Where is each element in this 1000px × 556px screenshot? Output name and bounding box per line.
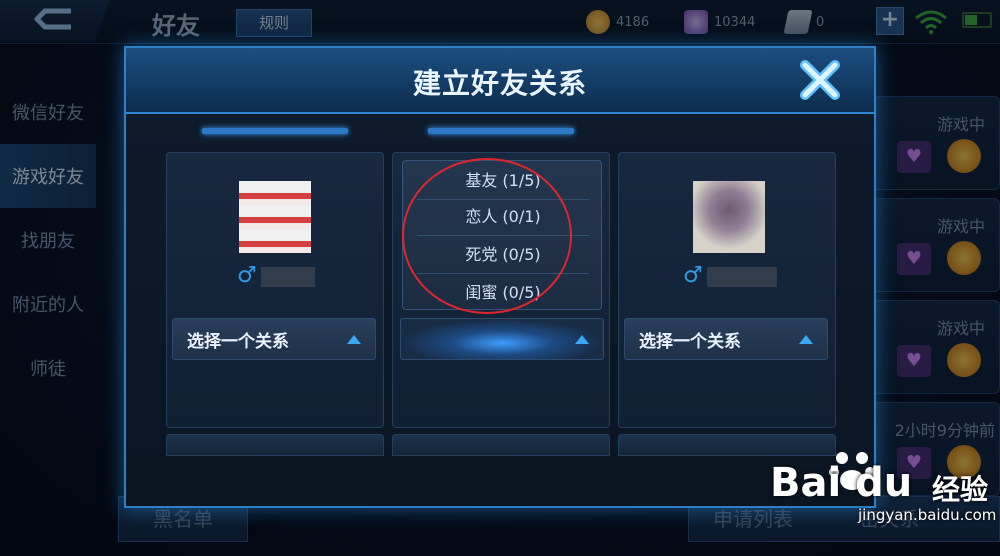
left-select-label: 选择一个关系	[187, 331, 289, 352]
dialog-title: 建立好友关系	[412, 67, 587, 100]
option-divider	[417, 273, 589, 274]
relationship-dropdown: 基友 (1/5) 恋人 (0/1) 死党 (0/5) 闺蜜 (0/5)	[402, 160, 602, 310]
arrow-up-icon	[575, 335, 589, 344]
right-select-relationship-button[interactable]: 选择一个关系	[624, 318, 828, 360]
arrow-up-icon	[347, 335, 361, 344]
build-relationship-dialog: 建立好友关系 ♂ 选择一个关系 基友 (1/5) 恋人 (0/1) 死党 (0/…	[124, 46, 876, 508]
right-avatar	[693, 181, 765, 253]
male-gender-icon: ♂	[683, 263, 703, 288]
right-player-name-blurred	[707, 267, 777, 287]
option-buddy[interactable]: 基友 (1/5)	[403, 165, 603, 197]
baidu-jingyan-watermark: Bai du 经验 jingyan.baidu.com	[764, 446, 1000, 556]
watermark-url: jingyan.baidu.com	[858, 506, 997, 524]
watermark-cn: 经验	[932, 473, 989, 506]
left-player-card: ♂	[166, 152, 384, 428]
middle-select-relationship-button[interactable]	[400, 318, 604, 360]
option-lover[interactable]: 恋人 (0/1)	[403, 201, 603, 233]
middle-column-tab	[428, 128, 574, 134]
close-icon	[800, 60, 840, 100]
watermark-brand: Bai du	[770, 460, 913, 506]
option-best-friend[interactable]: 死党 (0/5)	[403, 239, 603, 271]
left-column-tab	[202, 128, 348, 134]
arrow-up-icon	[799, 335, 813, 344]
left-avatar	[239, 181, 311, 253]
middle-card-footer	[392, 434, 610, 456]
right-select-label: 选择一个关系	[639, 331, 741, 352]
left-card-footer	[166, 434, 384, 456]
option-bestie[interactable]: 闺蜜 (0/5)	[403, 277, 603, 309]
option-divider	[417, 235, 589, 236]
left-select-relationship-button[interactable]: 选择一个关系	[172, 318, 376, 360]
male-gender-icon: ♂	[237, 263, 257, 288]
dialog-header: 建立好友关系	[126, 48, 874, 114]
option-divider	[417, 199, 589, 200]
close-button[interactable]	[794, 54, 846, 106]
right-player-card: ♂	[618, 152, 836, 428]
left-player-name-blurred	[261, 267, 315, 287]
